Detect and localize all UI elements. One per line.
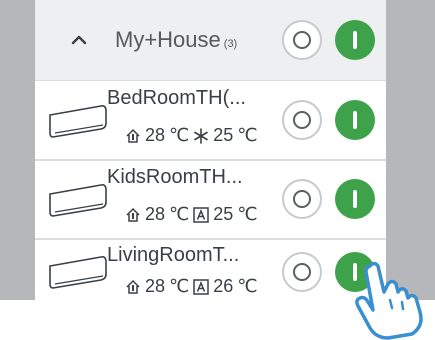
temp-unit: ℃ bbox=[169, 125, 190, 145]
indoor-house-icon bbox=[126, 279, 140, 294]
device-on-button[interactable] bbox=[335, 100, 375, 140]
indoor-temp: 28 bbox=[145, 204, 166, 224]
device-name: LivingRoomT... bbox=[107, 244, 240, 266]
device-off-button[interactable] bbox=[282, 252, 322, 292]
group-name: My+House bbox=[115, 27, 221, 52]
device-temps: 28 ℃ 25 ℃ bbox=[125, 125, 258, 146]
set-temp: 25 bbox=[213, 204, 234, 224]
device-row-livingroom[interactable]: LivingRoomT... 28 ℃ 26 ℃ bbox=[35, 240, 386, 302]
group-off-button[interactable] bbox=[282, 20, 322, 60]
device-on-button[interactable] bbox=[335, 179, 375, 219]
indoor-temp: 28 bbox=[145, 125, 166, 145]
tap-hand-icon bbox=[355, 261, 423, 340]
right-margin bbox=[386, 0, 435, 300]
set-temp: 25 bbox=[213, 125, 234, 145]
group-count: (3) bbox=[223, 38, 238, 50]
device-off-button[interactable] bbox=[282, 100, 322, 140]
set-temp-unit: ℃ bbox=[237, 204, 258, 224]
device-row-kidsroom[interactable]: KidsRoomTH... 28 ℃ 25 ℃ bbox=[35, 160, 386, 240]
set-temp: 26 bbox=[213, 276, 234, 296]
indoor-house-icon bbox=[126, 128, 140, 143]
group-on-button[interactable] bbox=[335, 20, 375, 60]
indoor-temp: 28 bbox=[145, 276, 166, 296]
device-temps: 28 ℃ 25 ℃ bbox=[125, 204, 258, 225]
device-row-bedroom[interactable]: BedRoomTH(... 28 ℃ 25 ℃ bbox=[35, 80, 386, 161]
snowflake-icon bbox=[194, 127, 209, 144]
device-off-button[interactable] bbox=[282, 179, 322, 219]
auto-mode-icon bbox=[193, 278, 209, 295]
group-title: My+House (3) bbox=[115, 27, 237, 53]
device-group-panel: My+House (3) BedRoomTH(... 28 ℃ 25 ℃ Kid… bbox=[35, 0, 386, 300]
set-temp-unit: ℃ bbox=[237, 125, 258, 145]
device-name: KidsRoomTH... bbox=[107, 166, 243, 188]
indoor-house-icon bbox=[126, 207, 140, 222]
air-conditioner-icon bbox=[49, 184, 107, 217]
device-name: BedRoomTH(... bbox=[107, 87, 246, 109]
device-temps: 28 ℃ 26 ℃ bbox=[125, 276, 258, 297]
air-conditioner-icon bbox=[49, 256, 107, 289]
set-temp-unit: ℃ bbox=[237, 276, 258, 296]
chevron-up-icon[interactable] bbox=[65, 26, 93, 54]
temp-unit: ℃ bbox=[169, 204, 190, 224]
left-margin bbox=[0, 0, 35, 300]
air-conditioner-icon bbox=[49, 105, 107, 138]
temp-unit: ℃ bbox=[169, 276, 190, 296]
auto-mode-icon bbox=[193, 206, 209, 223]
group-header[interactable]: My+House (3) bbox=[35, 0, 386, 80]
